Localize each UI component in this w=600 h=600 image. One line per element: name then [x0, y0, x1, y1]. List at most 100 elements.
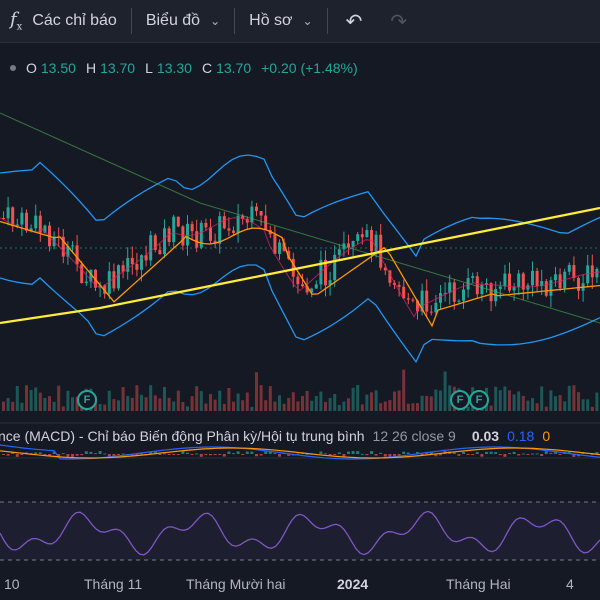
volume-bar — [103, 404, 107, 411]
candle-body — [406, 298, 410, 300]
macd-histogram-bar — [268, 451, 272, 454]
volume-bar — [6, 397, 10, 411]
candle-body — [172, 216, 176, 243]
candle-body — [439, 292, 442, 303]
redo-icon[interactable]: ↷ — [376, 9, 421, 34]
macd-histogram-bar — [121, 453, 125, 455]
volume-bar — [434, 389, 438, 411]
candle-body — [365, 229, 369, 238]
candle-body — [218, 216, 222, 244]
f-badge-icon[interactable]: F — [469, 390, 489, 410]
volume-bar — [43, 397, 47, 411]
candle-body — [503, 273, 507, 287]
macd-histogram-bar — [356, 451, 360, 454]
candle-body — [259, 211, 263, 216]
volume-bar — [25, 385, 28, 411]
volume-bar — [544, 406, 548, 411]
f-badge-icon[interactable]: F — [450, 390, 470, 410]
volume-bar — [310, 400, 314, 411]
macd-histogram-bar — [517, 454, 521, 456]
macd-histogram-bar — [61, 453, 65, 455]
volume-bar — [186, 406, 189, 411]
macd-histogram-bar — [337, 452, 341, 454]
candle-body — [457, 300, 461, 302]
macd-histogram-bar — [370, 451, 373, 454]
macd-histogram-bar — [531, 453, 534, 455]
candle-body — [554, 274, 557, 281]
macd-histogram-bar — [278, 454, 281, 457]
volume-bar — [531, 398, 534, 411]
macd-histogram-bar — [34, 452, 38, 454]
volume-bar — [57, 385, 61, 411]
undo-icon[interactable]: ↶ — [332, 9, 377, 34]
macd-histogram-bar — [540, 454, 544, 456]
candle-body — [209, 227, 212, 241]
candle-body — [508, 273, 511, 291]
indicators-button[interactable]: fx Các chỉ báo — [0, 0, 127, 42]
volume-bar — [305, 390, 309, 411]
volume-bar — [397, 390, 401, 411]
candle-body — [250, 206, 254, 223]
macd-histogram-bar — [43, 454, 47, 455]
time-axis[interactable]: 10 Tháng 11 Tháng Mười hai 2024 Tháng Ha… — [0, 568, 600, 600]
macd-histogram-bar — [383, 454, 387, 457]
high-value: 13.70 — [100, 60, 136, 76]
volume-bar — [112, 399, 116, 411]
volume-bar — [416, 403, 419, 411]
macd-legend[interactable]: nce (MACD) - Chỉ báo Biến động Phân kỳ/H… — [0, 425, 600, 447]
candle-body — [572, 265, 576, 279]
status-dot — [10, 65, 16, 71]
volume-bar — [595, 392, 599, 411]
macd-histogram-bar — [38, 452, 42, 454]
volume-bar — [577, 392, 580, 411]
candle-body — [163, 228, 166, 255]
profile-menu-label: Hồ sơ — [249, 12, 293, 29]
macd-histogram-bar — [195, 453, 199, 455]
macd-histogram-bar — [20, 454, 24, 455]
candle-body — [255, 206, 258, 212]
price-chart[interactable] — [0, 43, 600, 568]
volume-bar — [245, 392, 249, 411]
volume-bar — [213, 399, 217, 411]
volume-bar — [563, 401, 567, 411]
macd-histogram-bar — [374, 454, 378, 456]
volume-bar — [20, 402, 24, 411]
macd-histogram-bar — [103, 453, 107, 455]
volume-bar — [411, 403, 415, 411]
macd-histogram-bar — [172, 454, 176, 455]
macd-histogram-bar — [66, 454, 70, 457]
volume-bar — [301, 396, 304, 411]
volume-bar — [163, 387, 166, 411]
macd-histogram-bar — [264, 451, 268, 454]
profile-menu-button[interactable]: Hồ sơ ⌄ — [239, 0, 322, 42]
volume-bar — [121, 387, 125, 411]
indicators-label: Các chỉ báo — [32, 12, 117, 29]
volume-bar — [572, 385, 576, 411]
volume-bar — [199, 391, 203, 411]
chart-menu-button[interactable]: Biểu đồ ⌄ — [136, 0, 230, 42]
open-value: 13.50 — [40, 60, 76, 76]
macd-histogram-bar — [232, 453, 235, 455]
toolbar-divider — [130, 8, 132, 34]
volume-bar — [337, 405, 341, 411]
volume-bar — [558, 395, 562, 411]
volume-bar — [406, 403, 410, 411]
volume-bar — [38, 392, 42, 411]
macd-histogram-bar — [241, 454, 245, 455]
top-toolbar: fx Các chỉ báo Biểu đồ ⌄ Hồ sơ ⌄ ↶ ↷ — [0, 0, 600, 43]
volume-bar — [278, 395, 281, 411]
macd-histogram-bar — [6, 454, 10, 456]
candle-body — [471, 276, 475, 279]
macd-histogram-bar — [393, 454, 396, 456]
volume-bar — [34, 387, 38, 411]
volume-bar — [489, 405, 493, 411]
volume-bar — [517, 391, 521, 411]
candle-body — [462, 289, 465, 301]
macd-histogram-bar — [558, 454, 562, 455]
volume-bar — [167, 397, 171, 411]
candle-body — [544, 281, 548, 296]
f-badge-icon[interactable]: F — [77, 390, 97, 410]
macd-params: 12 26 close 9 — [372, 428, 456, 444]
volume-bar — [259, 385, 263, 411]
macd-histogram-bar — [333, 454, 337, 455]
